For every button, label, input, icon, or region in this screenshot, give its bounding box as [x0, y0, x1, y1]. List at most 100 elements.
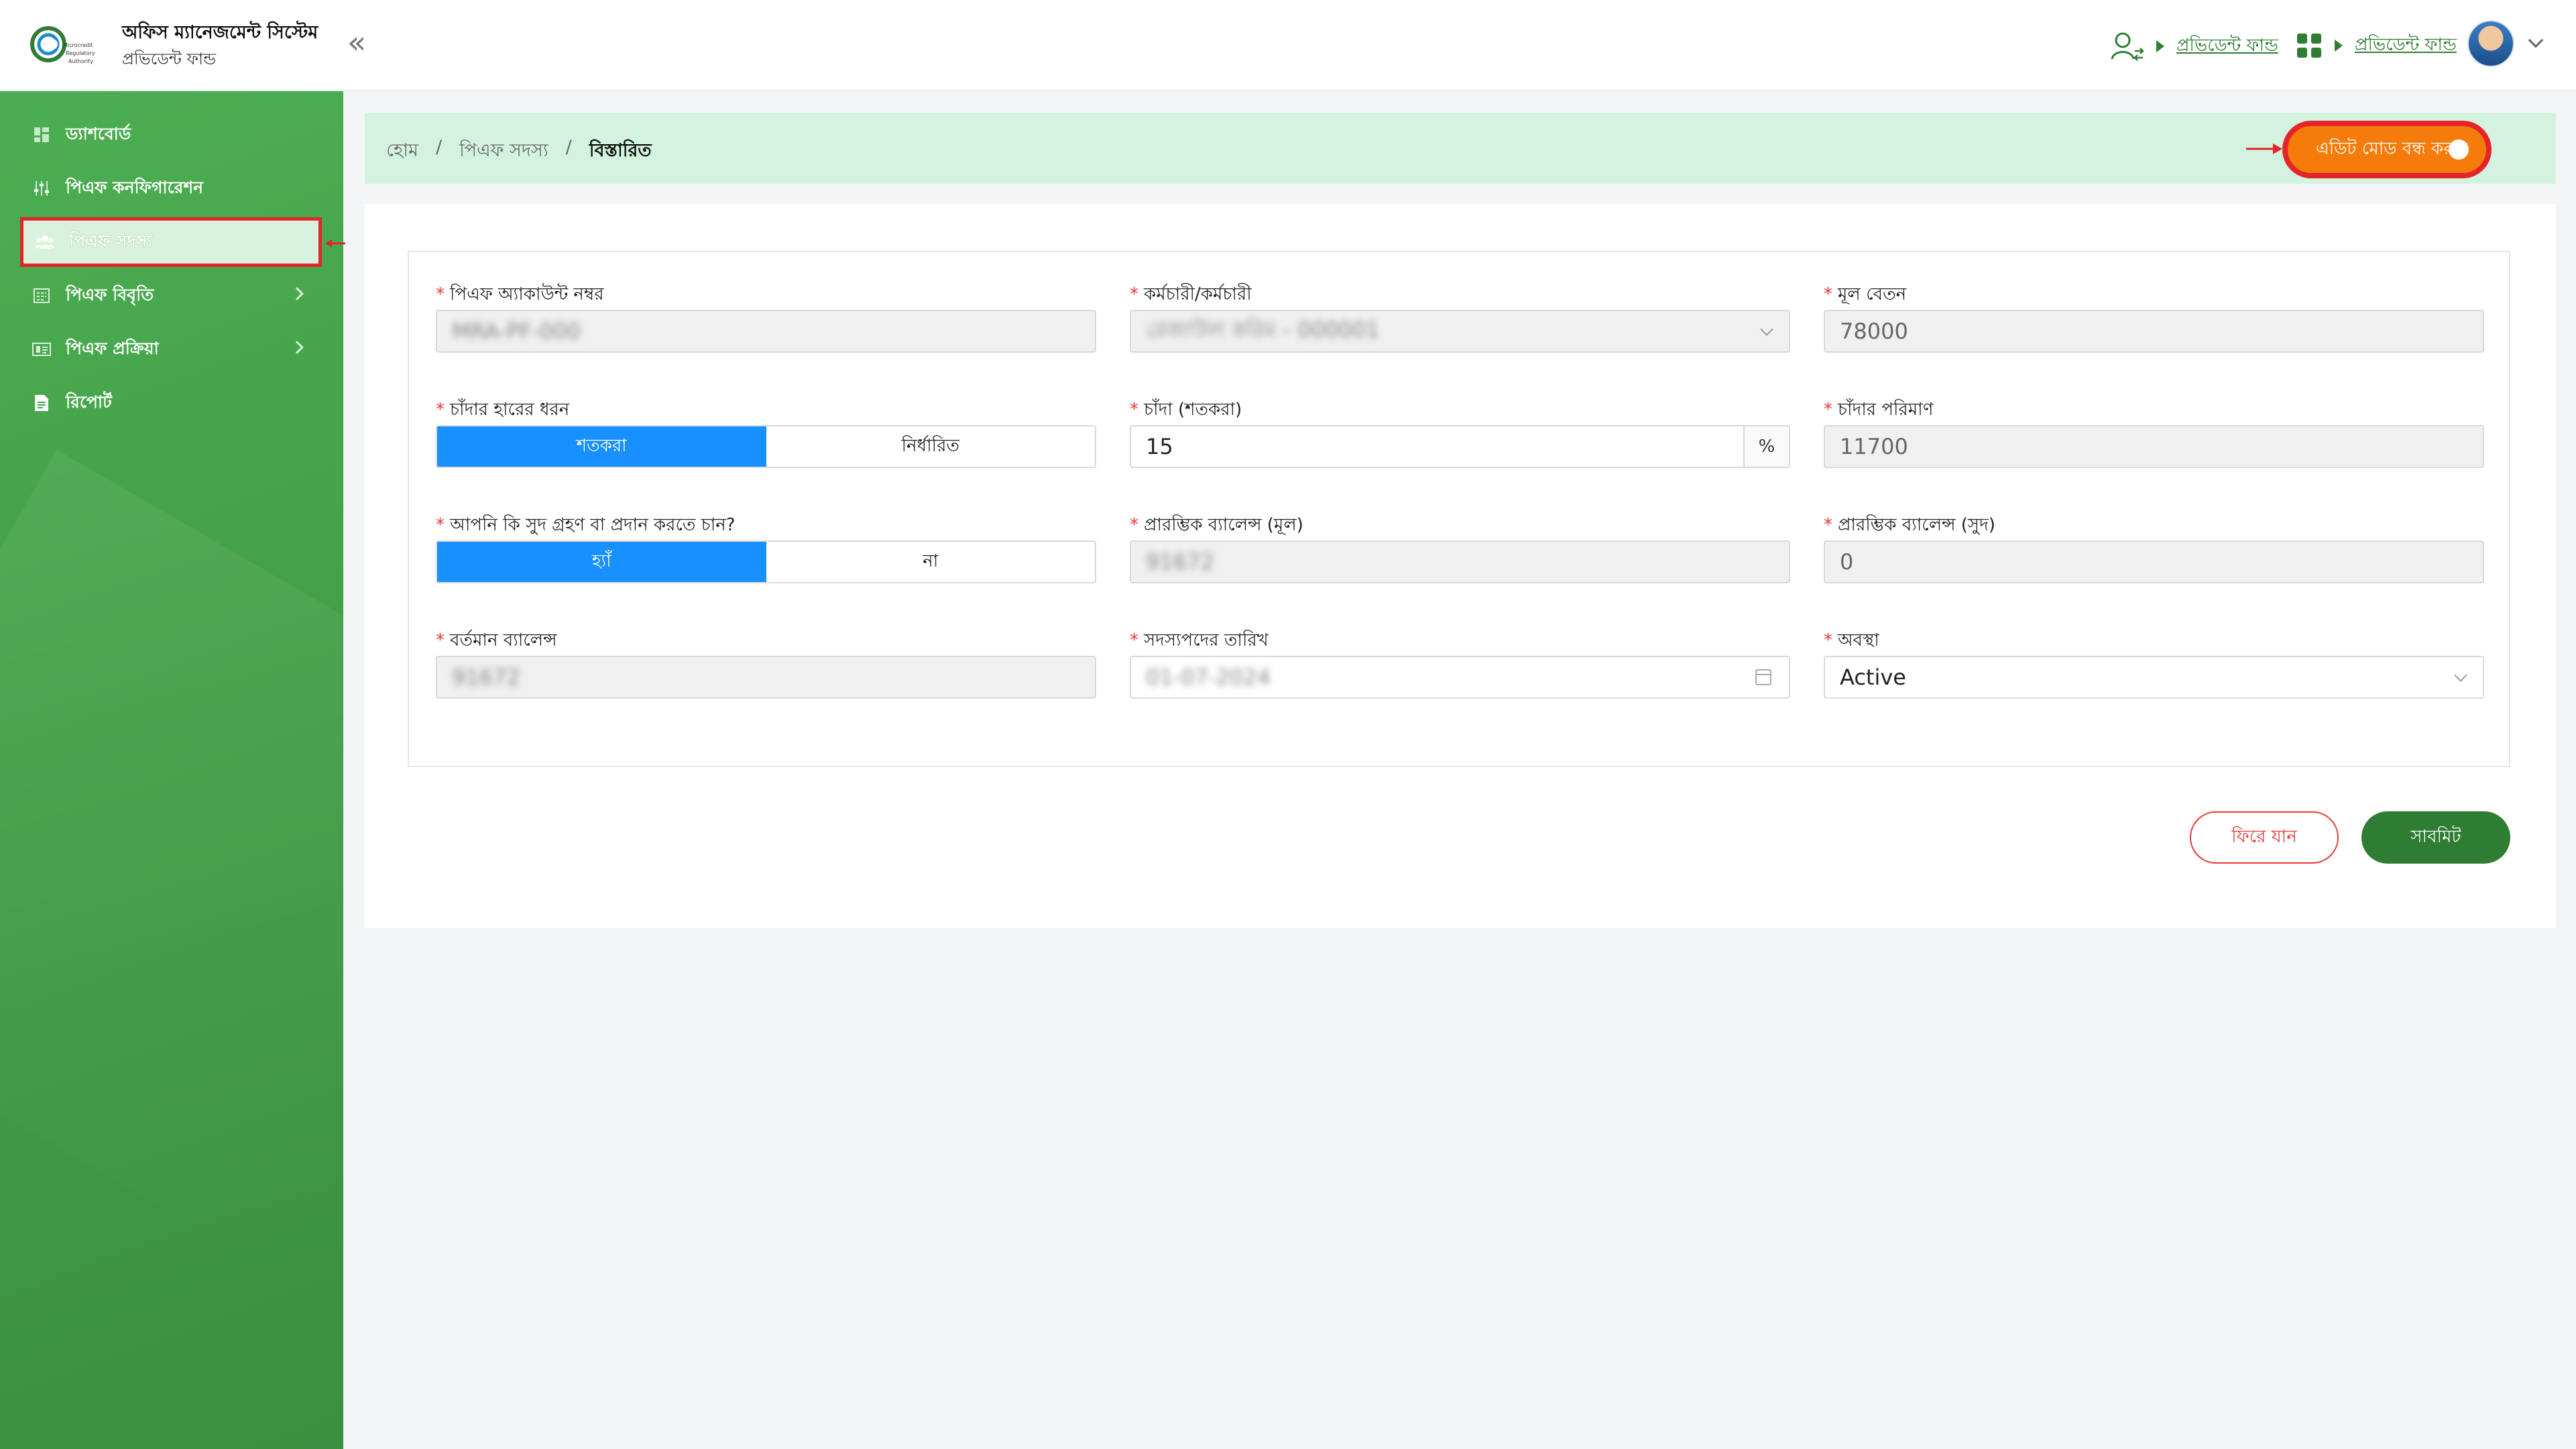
dashboard-icon	[32, 125, 51, 144]
sidebar-item-pf-statement[interactable]: পিএফ বিবৃতি	[20, 271, 322, 321]
sidebar-item-pf-process[interactable]: পিএফ প্রক্রিয়া	[20, 325, 322, 374]
chevron-down-icon	[2454, 669, 2467, 682]
basic-salary-input[interactable]: 78000	[1824, 310, 2484, 353]
status-label: অবস্থা	[1838, 630, 1879, 650]
required-mark: *	[436, 630, 445, 650]
status-value: Active	[1840, 664, 1906, 690]
required-mark: *	[1130, 515, 1138, 535]
breadcrumb-home[interactable]: হোম	[386, 137, 418, 167]
annotation-arrow-icon	[325, 239, 345, 247]
user-avatar[interactable]	[2467, 20, 2514, 67]
top-header: Microcredit Regulatory Authority অফিস ম্…	[0, 0, 2576, 91]
breadcrumb-pf-members[interactable]: পিএফ সদস্য	[459, 137, 548, 167]
toggle-knob	[2449, 139, 2469, 160]
annotation-arrow-icon	[2246, 143, 2282, 154]
contribution-percent-value: 15	[1146, 434, 1173, 459]
membership-date-picker[interactable]: 01-07-2024	[1130, 656, 1790, 699]
required-mark: *	[1824, 284, 1832, 304]
interest-no-option[interactable]: না	[766, 542, 1095, 582]
header-link-label: প্রভিডেন্ট ফান্ড	[2176, 36, 2278, 56]
statement-icon	[32, 286, 51, 305]
opening-balance-interest-input[interactable]: 0	[1824, 540, 2484, 583]
sidebar-item-pf-configuration[interactable]: পিএফ কনফিগারেশন	[20, 164, 322, 213]
header-link-provident-fund-user[interactable]: প্রভিডেন্ট ফান্ড	[2111, 31, 2278, 62]
back-button[interactable]: ফিরে যান	[2190, 811, 2339, 864]
breadcrumb-current: বিস্তারিত	[589, 140, 652, 161]
sidebar-item-label: পিএফ কনফিগারেশন	[66, 177, 204, 197]
chevron-right-icon	[290, 287, 304, 300]
membership-date-label: সদস্যপদের তারিখ	[1144, 630, 1269, 650]
opening-balance-principal-input[interactable]: 91672	[1130, 540, 1790, 583]
chevron-down-icon[interactable]	[2528, 32, 2544, 48]
account-number-label: পিএফ অ্যাকাউন্ট নম্বর	[450, 284, 604, 304]
sidebar-item-label: রিপোর্ট	[66, 392, 112, 412]
employee-label: কর্মচারী/কর্মচারী	[1144, 284, 1252, 304]
field-contribution-percent: * চাঁদা (শতকরা) 15%	[1130, 396, 1790, 468]
interest-choice-segmented: হ্যাঁ না	[436, 540, 1096, 583]
contribution-amount-label: চাঁদার পরিমাণ	[1838, 400, 1934, 420]
calendar-icon	[1755, 669, 1771, 685]
caret-right-icon	[2335, 40, 2343, 52]
membership-date-value: 01-07-2024	[1146, 664, 1271, 690]
interest-yes-option[interactable]: হ্যাঁ	[437, 542, 766, 582]
breadcrumb: হোম / পিএফ সদস্য / বিস্তারিত	[386, 137, 652, 167]
contribution-amount-input[interactable]: 11700	[1824, 425, 2484, 468]
breadcrumb-bar: হোম / পিএফ সদস্য / বিস্তারিত এডিট মোড বন…	[365, 113, 2556, 184]
contribution-percent-input[interactable]: 15%	[1130, 425, 1790, 468]
chevron-right-icon	[290, 341, 304, 354]
collapse-sidebar-button[interactable]: «	[347, 27, 366, 58]
account-number-value: MRA-PF-000	[452, 318, 581, 344]
mra-logo: Microcredit Regulatory Authority	[30, 26, 95, 64]
field-membership-date: * সদস্যপদের তারিখ 01-07-2024	[1130, 626, 1790, 699]
field-opening-balance-interest: * প্রারম্ভিক ব্যালেন্স (সুদ) 0	[1824, 511, 2484, 583]
header-link-provident-fund-apps[interactable]: প্রভিডেন্ট ফান্ড	[2296, 31, 2457, 60]
opening-balance-interest-value: 0	[1840, 549, 1854, 575]
sidebar-item-label: পিএফ প্রক্রিয়া	[66, 338, 159, 358]
header-link-label: প্রভিডেন্ট ফান্ড	[2355, 35, 2457, 55]
field-basic-salary: * মূল বেতন 78000	[1824, 280, 2484, 353]
logo-text-3: Authority	[68, 58, 93, 64]
field-employee: * কর্মচারী/কর্মচারী রেজাউল করিম - 000001	[1130, 280, 1790, 353]
sidebar-item-dashboard[interactable]: ড্যাশবোর্ড	[20, 110, 322, 160]
account-number-input[interactable]: MRA-PF-000	[436, 310, 1096, 353]
member-form: * পিএফ অ্যাকাউন্ট নম্বর MRA-PF-000 * কর্মচ…	[408, 251, 2510, 767]
required-mark: *	[1130, 400, 1138, 420]
breadcrumb-separator: /	[435, 137, 443, 158]
logo-text-2: Regulatory	[66, 50, 95, 56]
submit-button[interactable]: সাবমিট	[2361, 811, 2510, 864]
chevron-down-icon	[1760, 323, 1773, 336]
sidebar-item-report[interactable]: রিপোর্ট	[20, 378, 322, 428]
sidebar-item-label: পিএফ বিবৃতি	[66, 284, 154, 304]
member-detail-card: * পিএফ অ্যাকাউন্ট নম্বর MRA-PF-000 * কর্মচ…	[365, 204, 2556, 928]
field-rate-type: * চাঁদার হারের ধরন শতকরা নির্ধারিত	[436, 396, 1096, 468]
required-mark: *	[1130, 630, 1138, 650]
rate-type-label: চাঁদার হারের ধরন	[450, 400, 570, 420]
field-opening-balance-principal: * প্রারম্ভিক ব্যালেন্স (মূল) 91672	[1130, 511, 1790, 583]
required-mark: *	[436, 400, 445, 420]
report-icon	[32, 394, 51, 412]
process-icon	[32, 340, 51, 359]
required-mark: *	[1824, 515, 1832, 535]
employee-value: রেজাউল করিম - 000001	[1146, 317, 1380, 343]
rate-type-segmented: শতকরা নির্ধারিত	[436, 425, 1096, 468]
required-mark: *	[1824, 400, 1832, 420]
app-subtitle: প্রভিডেন্ট ফান্ড	[122, 50, 217, 68]
rate-type-fixed-option[interactable]: নির্ধারিত	[766, 426, 1095, 467]
current-balance-input[interactable]: 91672	[436, 656, 1096, 699]
field-status: * অবস্থা Active	[1824, 626, 2484, 699]
required-mark: *	[1824, 630, 1832, 650]
basic-salary-label: মূল বেতন	[1838, 284, 1907, 304]
breadcrumb-separator: /	[565, 137, 572, 158]
status-select[interactable]: Active	[1824, 656, 2484, 699]
opening-balance-principal-label: প্রারম্ভিক ব্যালেন্স (মূল)	[1144, 515, 1303, 535]
rate-type-percent-option[interactable]: শতকরা	[437, 426, 766, 467]
sidebar-item-label: পিএফ সদস্য	[69, 231, 152, 251]
sidebar-item-pf-members[interactable]: পিএফ সদস্য	[20, 217, 322, 267]
field-account-number: * পিএফ অ্যাকাউন্ট নম্বর MRA-PF-000	[436, 280, 1096, 353]
required-mark: *	[1130, 284, 1138, 304]
apps-grid-icon	[2297, 34, 2321, 58]
required-mark: *	[436, 515, 445, 535]
employee-select[interactable]: রেজাউল করিম - 000001	[1130, 310, 1790, 353]
basic-salary-value: 78000	[1840, 318, 1908, 344]
edit-mode-toggle[interactable]: এডিট মোড বন্ধ করুন	[2282, 121, 2492, 178]
